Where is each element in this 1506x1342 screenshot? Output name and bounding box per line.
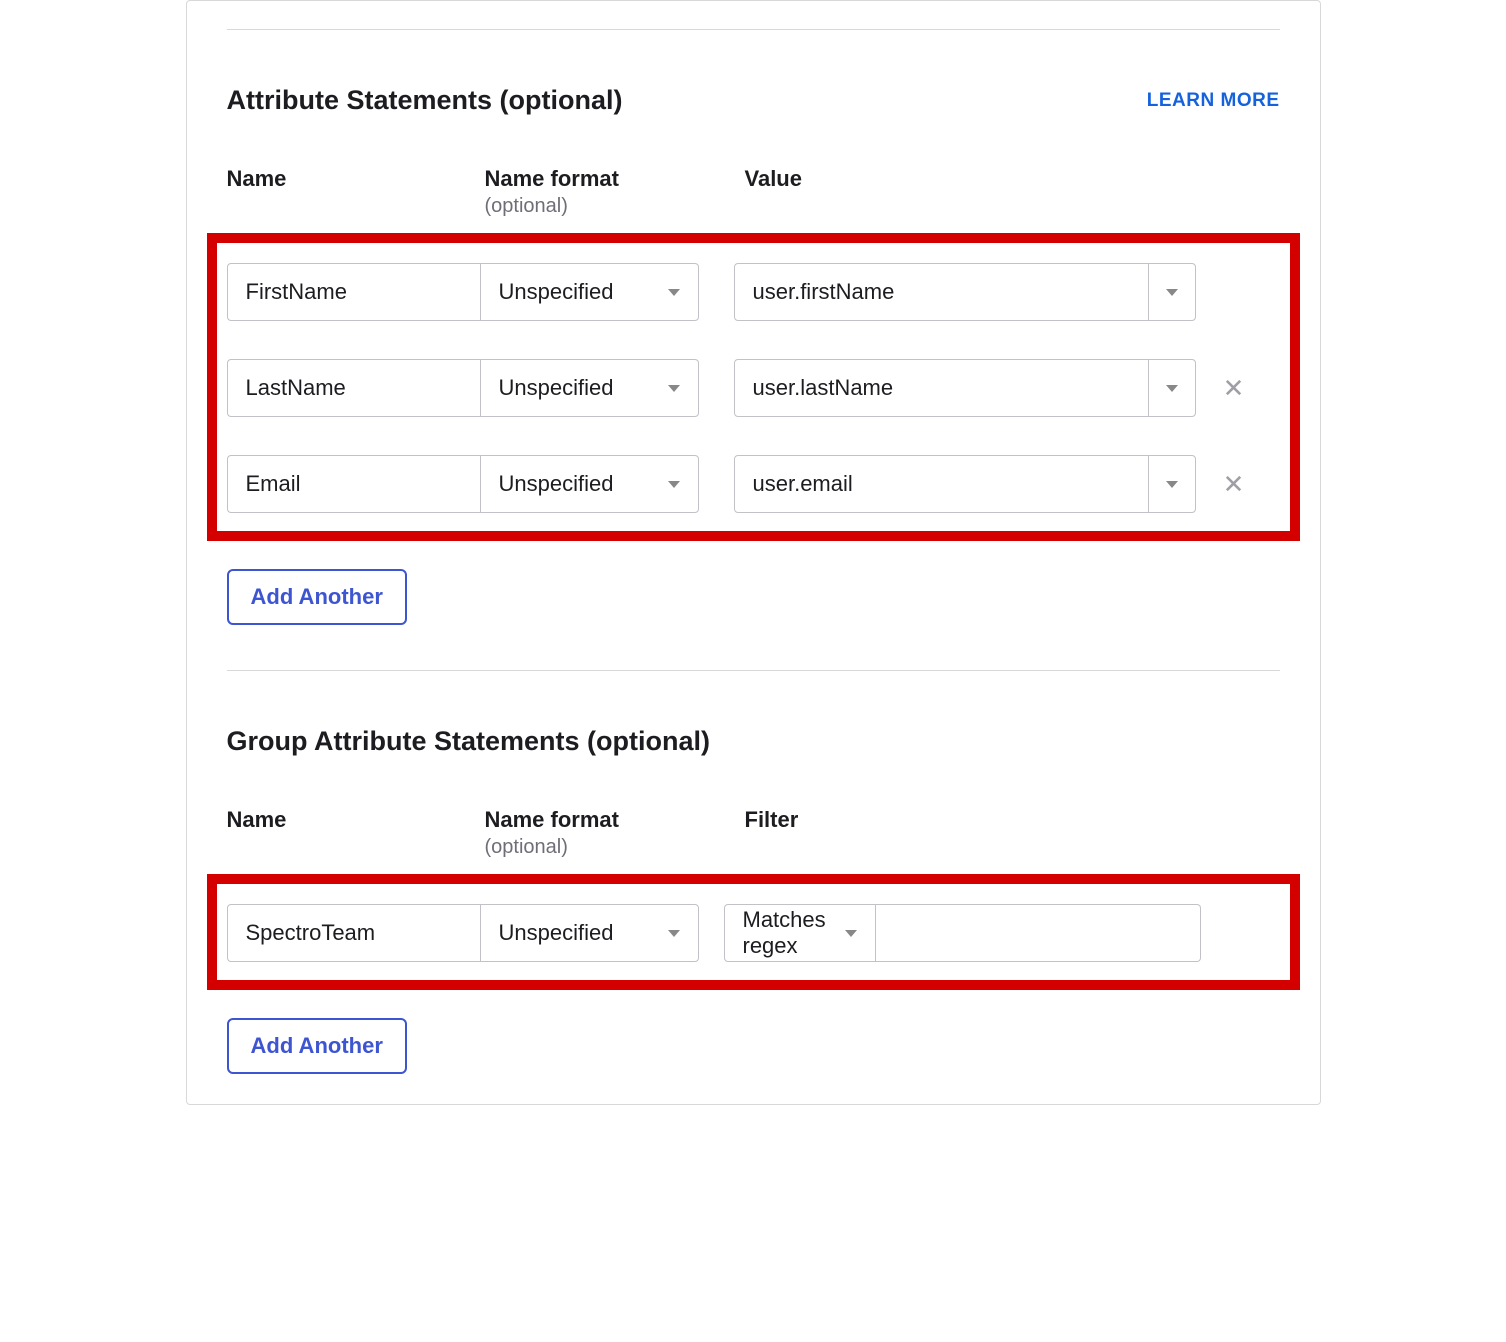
section-divider [227,670,1280,671]
attr-row: Unspecified [227,263,1280,321]
attr-value-combo [734,455,1196,513]
group-filter-combo: Matches regex [724,904,1201,962]
attr-row: Unspecified ✕ [227,455,1280,513]
chevron-down-icon [1166,385,1178,392]
group-name-input[interactable] [227,904,480,962]
add-attribute-button[interactable]: Add Another [227,569,407,625]
attr-format-select[interactable]: Unspecified [480,455,699,513]
remove-row-button[interactable]: ✕ [1214,469,1254,500]
attr-value-dropdown[interactable] [1148,455,1196,513]
chevron-down-icon [668,481,680,488]
attr-section-title: Attribute Statements (optional) [227,85,623,116]
group-header-filter: Filter [745,807,1205,859]
attr-name-input[interactable] [227,455,480,513]
group-column-headers: Name Name format (optional) Filter [227,807,1280,859]
group-format-select[interactable]: Unspecified [480,904,699,962]
add-group-attribute-button[interactable]: Add Another [227,1018,407,1074]
group-highlight-box: Unspecified Matches regex [207,874,1300,990]
top-divider [227,29,1280,30]
attr-format-select[interactable]: Unspecified [480,263,699,321]
attr-column-headers: Name Name format (optional) Value [227,166,1280,218]
attr-header-format: Name format (optional) [485,166,745,218]
attr-value-input[interactable] [734,359,1149,417]
attr-format-select[interactable]: Unspecified [480,359,699,417]
chevron-down-icon [1166,481,1178,488]
chevron-down-icon [668,385,680,392]
chevron-down-icon [1166,289,1178,296]
chevron-down-icon [668,930,680,937]
attr-value-dropdown[interactable] [1148,359,1196,417]
attr-header-name: Name [227,166,485,218]
attr-value-input[interactable] [734,263,1149,321]
settings-panel: Attribute Statements (optional) LEARN MO… [186,0,1321,1105]
group-header-name: Name [227,807,485,859]
group-filter-value-input[interactable] [876,904,1201,962]
chevron-down-icon [668,289,680,296]
attr-name-input[interactable] [227,263,480,321]
attr-value-dropdown[interactable] [1148,263,1196,321]
attr-value-input[interactable] [734,455,1149,513]
group-header-format: Name format (optional) [485,807,745,859]
group-section-header: Group Attribute Statements (optional) [227,726,1280,757]
attr-header-value: Value [745,166,1205,218]
group-filter-type-select[interactable]: Matches regex [724,904,876,962]
group-row: Unspecified Matches regex [227,904,1280,962]
learn-more-link[interactable]: LEARN MORE [1147,90,1280,112]
group-section-title: Group Attribute Statements (optional) [227,726,710,757]
attr-section-header: Attribute Statements (optional) LEARN MO… [227,85,1280,116]
attr-name-input[interactable] [227,359,480,417]
remove-row-button[interactable]: ✕ [1214,373,1254,404]
chevron-down-icon [845,930,857,937]
attr-row: Unspecified ✕ [227,359,1280,417]
attr-highlight-box: Unspecified Unspecified [207,233,1300,541]
attr-value-combo [734,359,1196,417]
attr-value-combo [734,263,1196,321]
